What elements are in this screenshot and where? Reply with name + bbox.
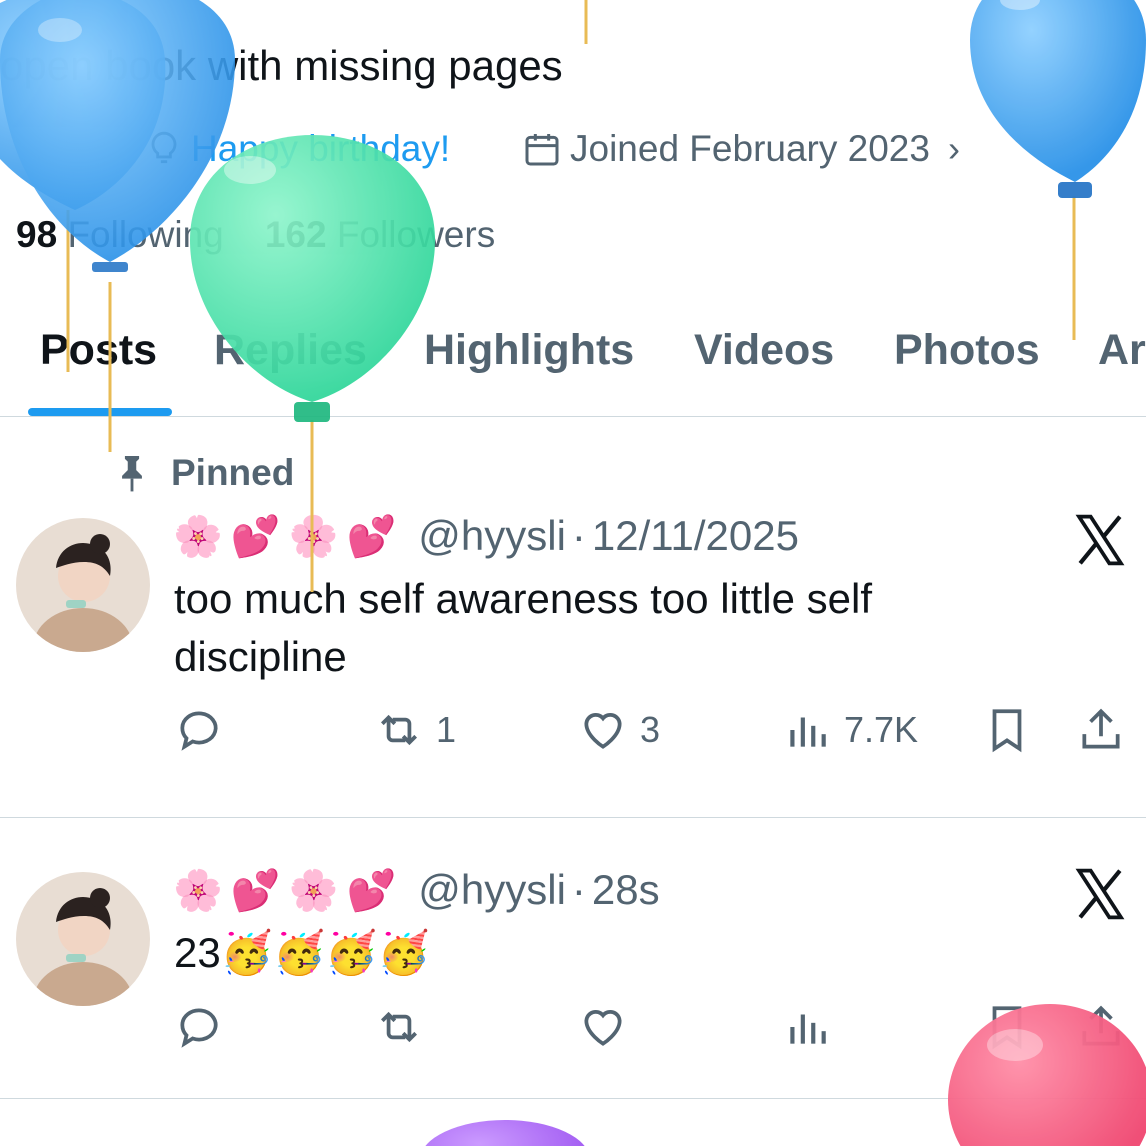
name-emoji: 🌸 [288, 514, 339, 559]
share-icon [1082, 708, 1120, 749]
followers-label: Followers [336, 214, 496, 255]
bookmark-button[interactable] [982, 705, 1032, 755]
pinned-indicator: Pinned [115, 452, 294, 494]
pin-icon [122, 456, 142, 492]
views-icon [790, 717, 826, 747]
like-icon [584, 1010, 622, 1046]
share-button[interactable] [1076, 1002, 1126, 1052]
location-bulb-icon [151, 131, 177, 164]
post-divider [0, 1098, 1146, 1099]
avatar[interactable] [16, 872, 150, 1006]
name-emoji: 🌸 [173, 514, 223, 559]
tab-replies[interactable]: Replies [214, 326, 367, 375]
bookmark-button[interactable] [982, 1002, 1032, 1052]
post-text: too much self awareness too little self … [174, 575, 873, 680]
reply-button[interactable] [174, 705, 224, 755]
x-logo-icon [1075, 868, 1125, 920]
x-logo-icon [1075, 514, 1125, 566]
views-count: 7.7K [844, 709, 919, 750]
joined-text: Joined February 2023 [570, 128, 930, 169]
bookmark-icon [992, 709, 1022, 753]
retweet-icon [381, 1011, 417, 1043]
profile-tabs: Posts Replies Highlights Videos Photos A… [0, 320, 1146, 416]
like-button[interactable]: 3 [578, 705, 660, 755]
tab-photos[interactable]: Photos [894, 326, 1040, 375]
follow-stats: 98 Following 162 Followers [16, 214, 495, 256]
following-count: 98 [16, 214, 58, 255]
active-tab-indicator [28, 408, 172, 416]
post-time[interactable]: 12/11/2025 [592, 512, 799, 560]
joined-meta[interactable]: Joined February 2023 › [522, 128, 960, 170]
name-emoji: 🌸 [173, 868, 223, 913]
post-time[interactable]: 28s [592, 866, 660, 914]
pinned-label: Pinned [171, 452, 295, 493]
views-button[interactable] [782, 1002, 844, 1052]
post-header: 🌸 💕 🌸 💕 @hyysli · 28s [173, 866, 660, 914]
tab-articles[interactable]: Ar [1098, 326, 1146, 375]
retweet-button[interactable]: 1 [374, 705, 456, 755]
profile-bio: open book with missing pages [0, 42, 563, 89]
avatar[interactable] [16, 518, 150, 652]
bookmark-icon [992, 1006, 1022, 1050]
post-handle[interactable]: @hyysli [418, 512, 566, 560]
followers-count: 162 [264, 214, 327, 255]
birthday-text[interactable]: Happy birthday! [191, 128, 450, 170]
post-actions: 1 3 7.7K [170, 705, 1130, 765]
retweet-count: 1 [436, 709, 457, 750]
name-emoji: 💕 [230, 868, 281, 913]
tab-videos[interactable]: Videos [694, 326, 834, 375]
share-icon [1082, 1005, 1120, 1046]
birthday-meta: Happy birthday! [145, 128, 450, 170]
retweet-icon [381, 714, 417, 746]
balloon-blue-right [970, 0, 1146, 198]
balloon-purple [425, 1120, 585, 1146]
name-emoji: 💕 [230, 514, 281, 559]
separator: · [571, 866, 586, 913]
like-icon [584, 713, 622, 749]
name-emoji: 🌸 [288, 868, 339, 913]
reply-icon [180, 1008, 218, 1048]
following-label: Following [67, 214, 224, 255]
chevron-right-icon: › [947, 128, 960, 169]
like-count: 3 [640, 709, 661, 750]
share-button[interactable] [1076, 705, 1126, 755]
name-emoji: 💕 [346, 514, 397, 559]
name-emoji: 💕 [346, 868, 397, 913]
tabs-divider [0, 416, 1146, 417]
tab-highlights[interactable]: Highlights [424, 326, 634, 375]
post-divider [0, 817, 1146, 818]
balloon-blue-left [0, 0, 166, 210]
retweet-button[interactable] [374, 1002, 436, 1052]
followers-link[interactable]: 162 Followers [265, 214, 495, 255]
post-text: 23🥳🥳🥳🥳 [174, 929, 430, 976]
reply-icon [180, 711, 218, 751]
reply-button[interactable] [174, 1002, 224, 1052]
separator: · [571, 512, 586, 559]
post-handle[interactable]: @hyysli [418, 866, 566, 914]
views-icon [790, 1014, 826, 1044]
calendar-icon [525, 134, 559, 166]
following-link[interactable]: 98 Following [16, 214, 224, 255]
like-button[interactable] [578, 1002, 640, 1052]
post-header: 🌸 💕 🌸 💕 @hyysli · 12/11/2025 [173, 512, 799, 560]
views-button[interactable]: 7.7K [782, 705, 918, 755]
tab-posts[interactable]: Posts [40, 326, 157, 375]
post-actions [170, 1002, 1130, 1062]
